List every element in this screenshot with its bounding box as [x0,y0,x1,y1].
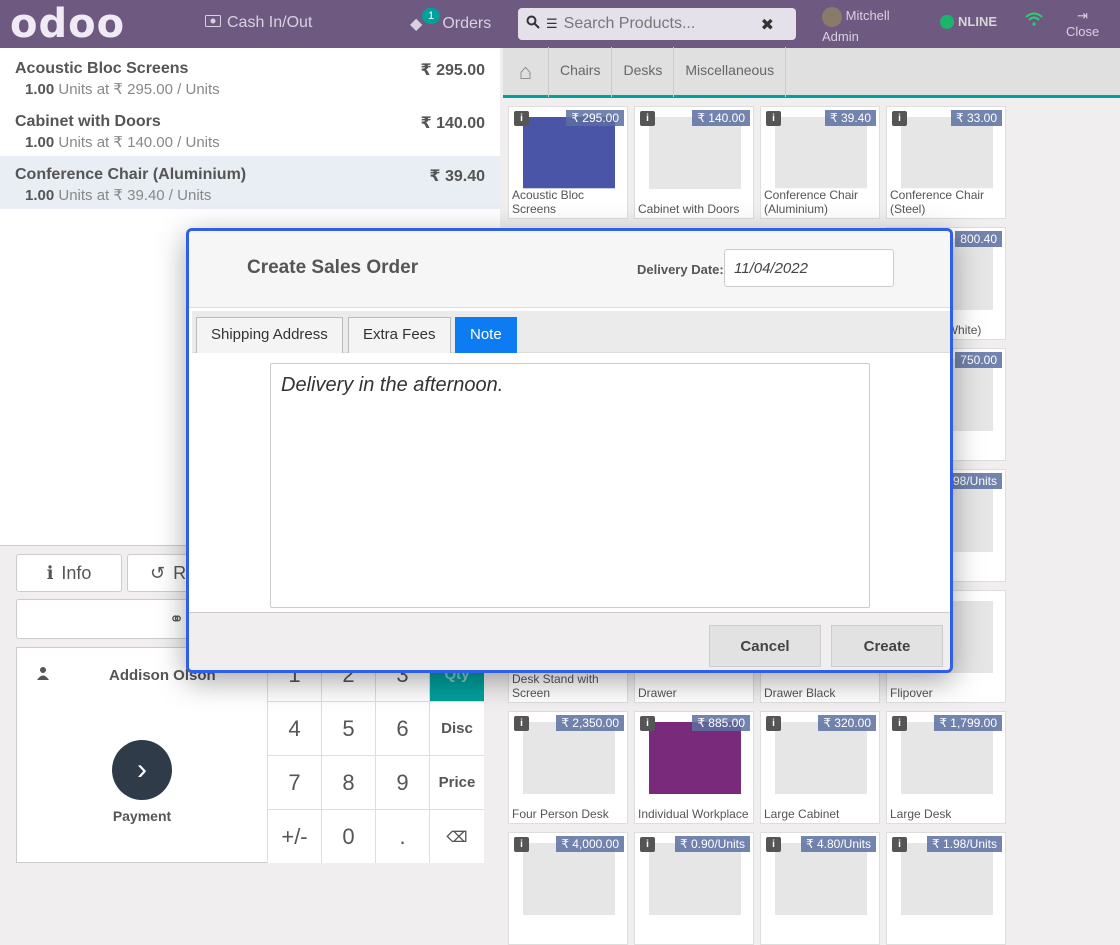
create-sales-order-dialog: Create Sales Order Delivery Date: 11/04/… [186,228,953,673]
tab-extra-fees[interactable]: Extra Fees [348,317,451,353]
tab-shipping-address[interactable]: Shipping Address [196,317,343,353]
tab-note[interactable]: Note [455,317,517,353]
delivery-date-label: Delivery Date: [637,262,724,277]
dialog-body: Delivery in the afternoon. [189,353,950,612]
cancel-button[interactable]: Cancel [709,625,821,667]
dialog-header: Create Sales Order Delivery Date: 11/04/… [189,231,950,308]
delivery-date-input[interactable]: 11/04/2022 [724,249,894,287]
dialog-title: Create Sales Order [247,257,419,278]
dialog-tabs: Shipping Address Extra Fees Note [192,311,950,353]
note-textarea[interactable]: Delivery in the afternoon. [270,363,870,608]
create-button[interactable]: Create [831,625,943,667]
dialog-footer: Cancel Create [189,612,950,670]
